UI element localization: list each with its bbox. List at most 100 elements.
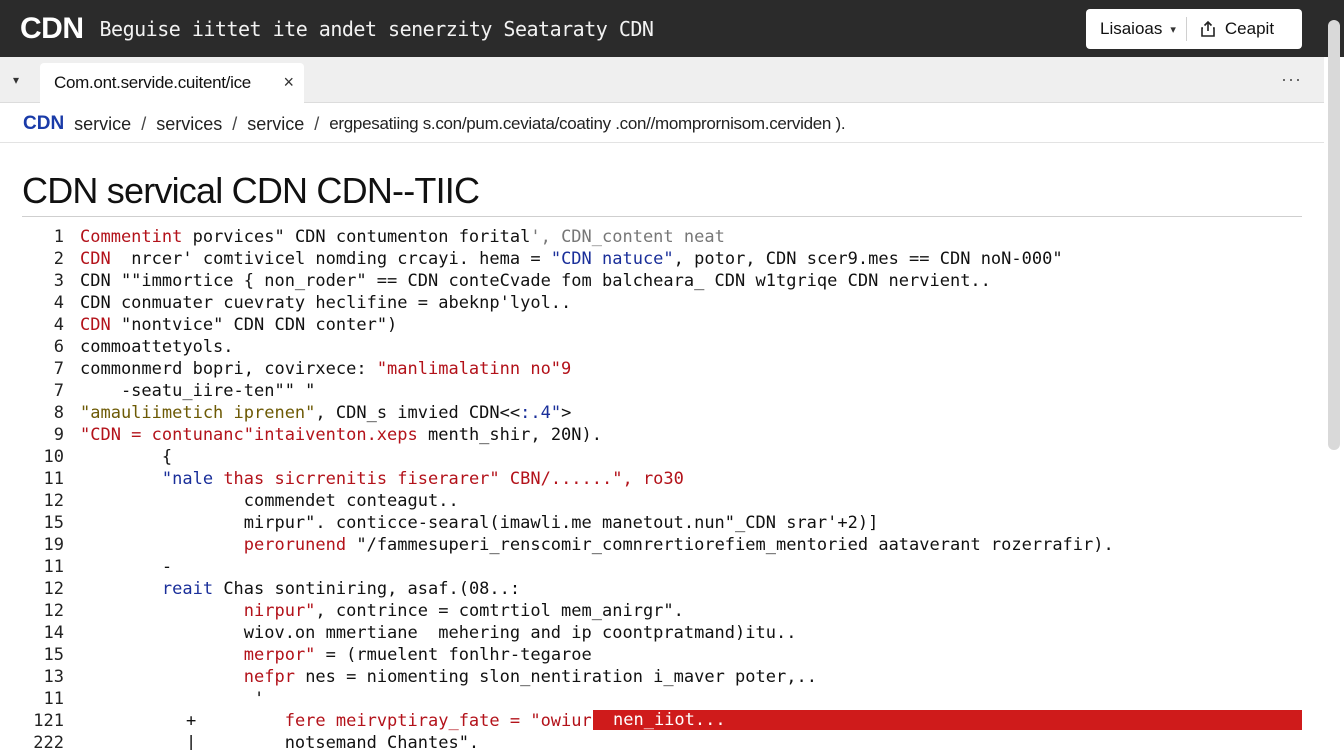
code-token: Commentint: [80, 227, 183, 247]
line-number: 9: [53, 425, 64, 445]
code-line[interactable]: 19 perorunend "/fammesuperi_renscomir_co…: [22, 534, 1312, 556]
code-token: {: [80, 447, 173, 467]
app-header: CDN Beguise iittet ite andet senerzity S…: [0, 0, 1344, 57]
breadcrumb-item[interactable]: services: [156, 114, 222, 135]
code-token: >: [561, 403, 572, 423]
line-number: 10: [43, 447, 64, 467]
line-number: 11: [43, 557, 64, 577]
code-token: nrcer' comtivicel nomding crcayi. hema =: [110, 249, 551, 269]
line-number: 121: [33, 711, 64, 731]
code-line[interactable]: 12 nirpur", contrince = comtrtiol mem_an…: [22, 600, 1312, 622]
code-token: "/fammesuperi_renscomir_comnrertiorefiem…: [356, 535, 879, 555]
tab-list-chevron-icon[interactable]: ▾: [13, 73, 19, 87]
code-text: -: [80, 556, 172, 578]
breadcrumb-divider: [0, 142, 1324, 143]
language-select[interactable]: Lisaioas ▾: [1086, 9, 1176, 49]
code-line[interactable]: 9 "CDN = contunanc"intaiventon.xeps menth…: [22, 424, 1312, 446]
code-token: "nontvice" CDN CDN conter"): [110, 315, 398, 335]
code-line[interactable]: 8 "amauliimetich iprenen", CDN_s imvied C…: [22, 402, 1312, 424]
code-line[interactable]: 11 "nale thas sicrrenitis fiserarer" CBN…: [22, 468, 1312, 490]
code-text: notsemand Chantes".: [80, 732, 479, 750]
code-text: Commentint porvices" CDN contumenton for…: [80, 226, 725, 248]
code-line[interactable]: 7 commonmerd bopri, covirxece: "manlimala…: [22, 358, 1312, 380]
export-button[interactable]: Ceapit: [1199, 19, 1274, 39]
line-number: 6: [53, 337, 64, 357]
code-line[interactable]: 4 CDN conmuater cuevraty heclifine = abek…: [22, 292, 1312, 314]
code-text: "amauliimetich iprenen", CDN_s imvied CD…: [80, 402, 571, 424]
code-line[interactable]: 10 {: [22, 446, 1312, 468]
vertical-scrollbar[interactable]: [1324, 0, 1344, 750]
code-line[interactable]: 7 -seatu_iire-ten"" ": [22, 380, 1312, 402]
code-line[interactable]: 4 CDN "nontvice" CDN CDN conter"): [22, 314, 1312, 336]
header-actions: Lisaioas ▾ Ceapit: [1086, 9, 1302, 49]
code-token: Chas sontiniring, asaf.(08..:: [213, 579, 521, 599]
code-token: -seatu_iire-ten"" ": [80, 381, 316, 401]
code-text: "nale thas sicrrenitis fiserarer" CBN/..…: [80, 468, 684, 490]
code-text: {: [80, 446, 172, 468]
breadcrumb-separator: /: [314, 113, 320, 134]
code-token: CDN: [80, 249, 111, 269]
line-number: 3: [53, 271, 64, 291]
breadcrumb-item[interactable]: service: [74, 114, 131, 135]
code-token: commonmerd bopri, covirxece:: [80, 359, 377, 379]
code-text: nefpr nes = niomenting slon_nentiration …: [80, 666, 817, 688]
code-line[interactable]: 1 Commentint porvices" CDN contumenton fo…: [22, 226, 1312, 248]
error-highlight: nen_iiot...: [593, 710, 1302, 730]
code-view[interactable]: 1 Commentint porvices" CDN contumenton fo…: [22, 226, 1312, 750]
tab-label: Com.ont.servide.cuitent/ice: [54, 73, 251, 92]
code-token: ': [80, 689, 265, 709]
code-token: CDN ""immortice { non_roder" == CDN cont…: [80, 271, 991, 291]
code-text: nirpur", contrince = comtrtiol mem_anirg…: [80, 600, 684, 622]
code-token: -: [80, 557, 173, 577]
code-token: fere meirvptiray_fate = "owiur: [284, 711, 592, 731]
code-line[interactable]: 6 commoattetyols.: [22, 336, 1312, 358]
code-text: commendet conteagut..: [80, 490, 459, 512]
line-number: 14: [43, 623, 64, 643]
code-line[interactable]: 3 CDN ""immortice { non_roder" == CDN con…: [22, 270, 1312, 292]
code-line[interactable]: 222 | notsemand Chantes".: [22, 732, 1312, 750]
code-line[interactable]: 13 nefpr nes = niomenting slon_nentirati…: [22, 666, 1312, 688]
code-token: thas sicrrenitis fiserarer" CBN/......",…: [213, 469, 684, 489]
code-token: aataverant rozerrafir).: [878, 535, 1114, 555]
line-number: 7: [53, 359, 64, 379]
tab-bar: ▾ Com.ont.servide.cuitent/ice × ···: [0, 57, 1324, 103]
code-line[interactable]: 121 + fere meirvptiray_fate = "owiur nen_i…: [22, 710, 1312, 732]
code-text: "CDN = contunanc"intaiventon.xeps menth_…: [80, 424, 602, 446]
breadcrumb-item[interactable]: service: [247, 114, 304, 135]
code-text: mirpur". conticce-searal(imawli.me manet…: [80, 512, 879, 534]
close-icon[interactable]: ×: [283, 72, 294, 93]
code-token: CDN conmuater cuevraty heclifine = abekn…: [80, 293, 572, 313]
breadcrumb-url: ergpesatiing s.con/pum.ceviata/coatiny .…: [329, 114, 846, 133]
line-number: 7: [53, 381, 64, 401]
code-token: , potor, CDN scer9.mes == CDN noN-000": [673, 249, 1063, 269]
code-line[interactable]: 11 -: [22, 556, 1312, 578]
tab-active[interactable]: Com.ont.servide.cuitent/ice ×: [40, 63, 304, 103]
line-number: 8: [53, 403, 64, 423]
share-icon: [1201, 20, 1215, 37]
scrollbar-thumb[interactable]: [1328, 20, 1340, 450]
code-line[interactable]: 15 merpor" = (rmuelent fonlhr-tegaroe: [22, 644, 1312, 666]
code-text: -seatu_iire-ten"" ": [80, 380, 315, 402]
line-number: 12: [43, 601, 64, 621]
code-text: ': [80, 688, 264, 710]
code-text: CDN conmuater cuevraty heclifine = abekn…: [80, 292, 571, 314]
breadcrumb: CDN service / services / service / ergpe…: [23, 112, 846, 136]
code-line[interactable]: 14 wiov.on mmertiane mehering and ip coo…: [22, 622, 1312, 644]
code-line[interactable]: 12 reait Chas sontiniring, asaf.(08..:: [22, 578, 1312, 600]
line-number: 222: [33, 733, 64, 750]
code-line[interactable]: 15 mirpur". conticce-searal(imawli.me ma…: [22, 512, 1312, 534]
app-logo: CDN: [20, 11, 84, 45]
code-token: mirpur". conticce-searal(imawli.me manet…: [80, 513, 879, 533]
more-icon[interactable]: ···: [1281, 69, 1302, 90]
language-select-label: Lisaioas: [1100, 19, 1163, 38]
code-line[interactable]: 12 commendet conteagut..: [22, 490, 1312, 512]
code-line[interactable]: 11 ': [22, 688, 1312, 710]
breadcrumb-root[interactable]: CDN: [23, 113, 64, 135]
code-token: reait: [161, 579, 214, 599]
code-token: "CDN natuce": [550, 249, 674, 269]
code-token: "nale: [161, 469, 214, 489]
code-line[interactable]: 2 CDN nrcer' comtivicel nomding crcayi. h…: [22, 248, 1312, 270]
